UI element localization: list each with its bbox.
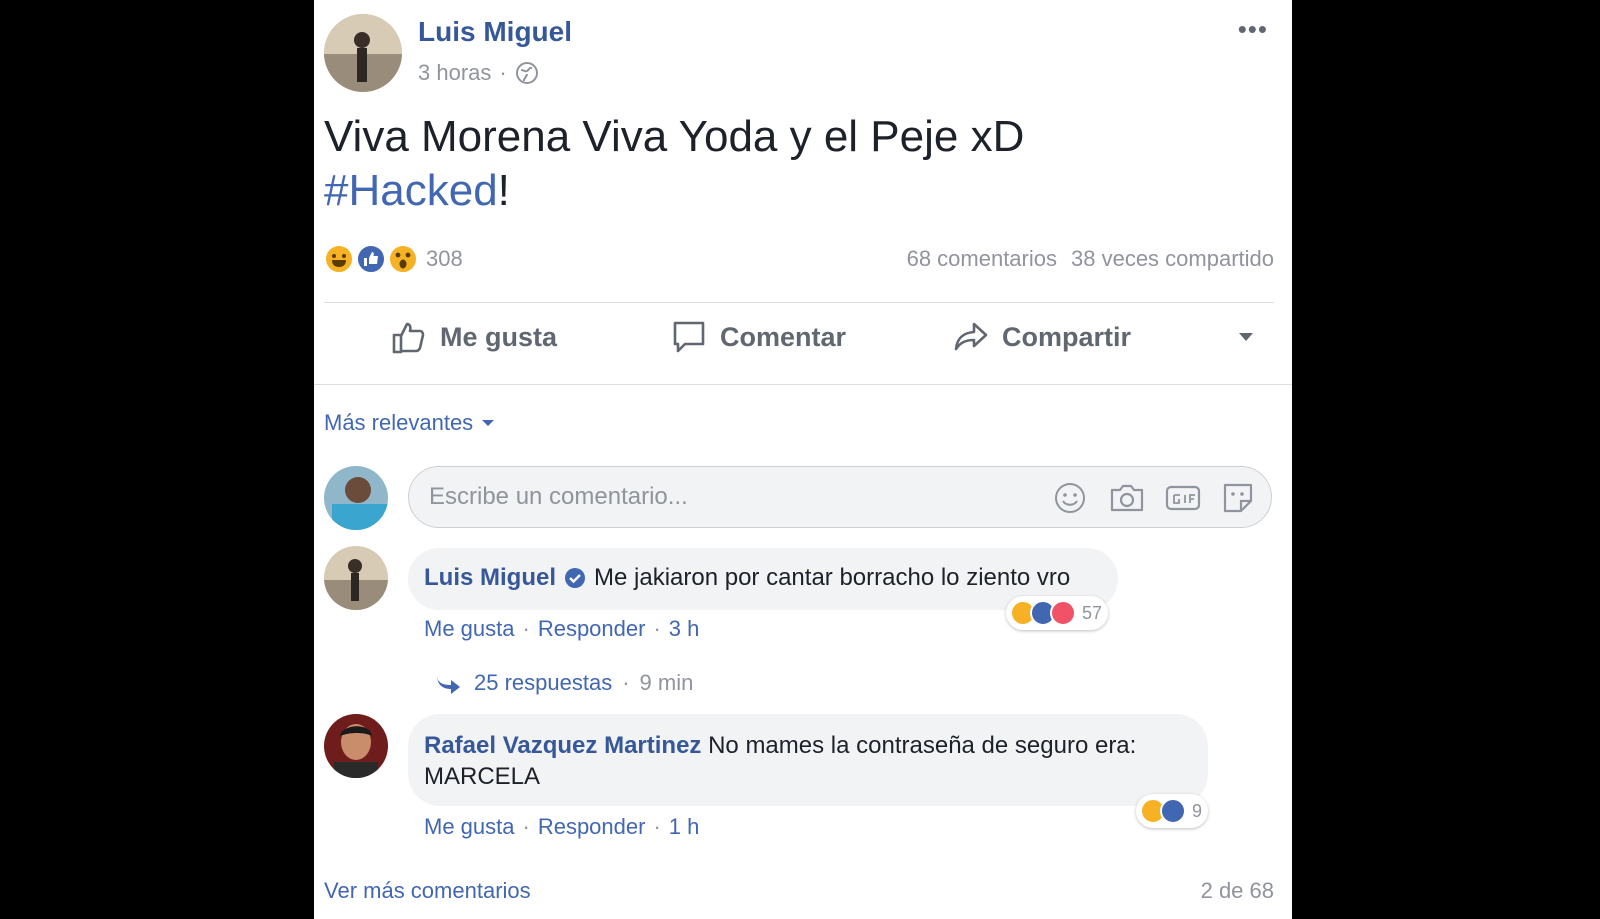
divider — [324, 302, 1274, 303]
globe-icon — [515, 62, 538, 84]
comment-author[interactable]: Rafael Vazquez Martinez — [424, 732, 701, 759]
view-more-comments-link[interactable]: Ver más comentarios — [324, 878, 531, 904]
reply-arrow-icon — [437, 675, 460, 694]
separator-dot: · — [653, 814, 661, 839]
comment-text-continued: MARCELA — [424, 763, 541, 790]
comment-content: Rafael Vazquez Martinez No mames la cont… — [424, 730, 1136, 792]
post-text-hashtag-line: #Hacked! — [324, 164, 1024, 218]
comment-text: Me jakiaron por cantar borracho lo zient… — [594, 564, 1071, 591]
view-replies[interactable]: 25 respuestas · 9 min — [434, 670, 693, 696]
replies-time: 9 min — [639, 670, 694, 695]
post-time[interactable]: 3 horas — [418, 60, 491, 86]
share-button[interactable]: Compartir — [952, 318, 1131, 356]
current-user-avatar[interactable] — [324, 466, 388, 530]
comment-button[interactable]: Comentar — [670, 318, 846, 356]
comment-bubble: Rafael Vazquez Martinez No mames la cont… — [408, 714, 1208, 806]
comment-content: Luis Miguel Me jakiaron por cantar borra… — [424, 564, 1070, 592]
gif-icon[interactable] — [1165, 483, 1201, 513]
verified-badge-icon — [565, 568, 585, 588]
comment-text: No mames la contraseña de seguro era: — [708, 732, 1137, 759]
post-timestamp[interactable]: 3 horas · — [418, 60, 539, 86]
haha-reaction-icon — [324, 244, 354, 274]
like-button[interactable]: Me gusta — [390, 318, 557, 356]
comment-reactions[interactable]: 9 — [1136, 794, 1209, 828]
post-author-name[interactable]: Luis Miguel — [418, 16, 572, 48]
commenter-avatar[interactable] — [324, 546, 388, 610]
commenter-avatar[interactable] — [324, 714, 388, 778]
comment-like-link[interactable]: Me gusta — [424, 616, 515, 642]
separator-dot: · — [522, 616, 530, 641]
chevron-down-icon[interactable] — [1236, 330, 1256, 349]
share-label: Compartir — [1002, 321, 1132, 352]
like-reaction-icon — [356, 244, 386, 274]
reaction-count[interactable]: 308 — [426, 246, 463, 272]
emoji-icon[interactable] — [1053, 481, 1087, 515]
comment-sort-dropdown[interactable]: Más relevantes — [324, 410, 495, 436]
sort-label: Más relevantes — [324, 410, 474, 435]
comment-placeholder: Escribe un comentario... — [429, 483, 688, 510]
separator-dot: · — [622, 670, 630, 695]
comment-time[interactable]: 3 h — [669, 616, 700, 642]
camera-icon[interactable] — [1109, 481, 1145, 515]
post-text-line: Viva Morena Viva Yoda y el Peje xD — [324, 112, 1025, 161]
sticker-icon[interactable] — [1221, 481, 1255, 515]
separator-dot: · — [653, 616, 661, 641]
comment-first-line: Rafael Vazquez Martinez No mames la cont… — [424, 730, 1136, 761]
share-icon — [954, 322, 988, 351]
comment-reply-link[interactable]: Responder — [538, 814, 646, 840]
post-stats: 68 comentarios 38 veces compartido — [907, 246, 1274, 272]
comment-reaction-count: 57 — [1082, 602, 1103, 623]
comment-reply-link[interactable]: Responder — [538, 616, 646, 642]
post-text: Viva Morena Viva Yoda y el Peje xD #Hack… — [324, 110, 1024, 218]
replies-count[interactable]: 25 respuestas — [474, 670, 612, 696]
like-label: Me gusta — [440, 321, 558, 352]
comment-input[interactable]: Escribe un comentario... — [408, 466, 1272, 528]
like-reaction-icon — [1160, 798, 1186, 824]
author-avatar[interactable] — [324, 14, 402, 92]
hashtag-link[interactable]: #Hacked — [324, 166, 498, 215]
comment-label: Comentar — [720, 321, 847, 352]
comment-time[interactable]: 1 h — [669, 814, 700, 840]
divider — [314, 384, 1292, 385]
post-card: Luis Miguel 3 horas · ••• Viva Morena Vi… — [314, 0, 1292, 919]
separator-dot: · — [522, 814, 530, 839]
comment-actions: Me gusta · Responder · 1 h — [424, 814, 699, 840]
hashtag-suffix: ! — [497, 166, 510, 215]
thumbs-up-icon — [392, 322, 425, 354]
reaction-summary[interactable]: 308 — [324, 244, 484, 276]
caret-down-icon — [482, 420, 495, 426]
comment-author[interactable]: Luis Miguel — [424, 564, 556, 592]
comment-reactions[interactable]: 57 — [1006, 596, 1109, 630]
comment-icon — [673, 321, 705, 353]
comment-actions: Me gusta · Responder · 3 h — [424, 616, 699, 642]
wow-reaction-icon — [388, 244, 418, 274]
separator-dot: · — [499, 60, 507, 85]
comment-like-link[interactable]: Me gusta — [424, 814, 515, 840]
shares-count-link[interactable]: 38 veces compartido — [1071, 246, 1274, 272]
comments-count-link[interactable]: 68 comentarios — [907, 246, 1057, 272]
more-options-icon[interactable]: ••• — [1238, 14, 1268, 45]
love-reaction-icon — [1050, 600, 1076, 626]
comment-reaction-count: 9 — [1192, 800, 1203, 821]
comments-pagination: 2 de 68 — [1200, 878, 1274, 903]
